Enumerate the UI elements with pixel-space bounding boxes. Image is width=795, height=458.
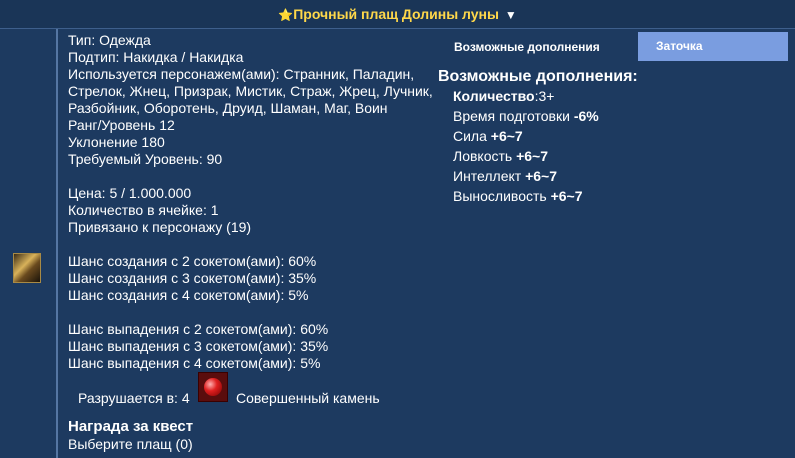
quest-reward-subtitle: Выберите плащ (0)	[68, 436, 193, 452]
item-rank: Ранг/Уровень 12	[68, 117, 175, 133]
chevron-down-icon[interactable]: ▼	[505, 8, 517, 22]
item-required-level: Требуемый Уровень: 90	[68, 151, 223, 167]
star-icon: ⭐	[278, 8, 294, 22]
item-subtype: Подтип: Накидка / Накидка	[68, 49, 244, 65]
item-price: Цена: 5 / 1.000.000	[68, 185, 192, 201]
item-evasion: Уклонение 180	[68, 134, 165, 150]
item-type: Тип: Одежда	[68, 32, 151, 48]
upgrades-list: Количество:3+ Время подготовки -6% Сила …	[453, 86, 599, 206]
upgrade-agility-value: +6~7	[516, 148, 549, 164]
cloak-item-icon[interactable]	[13, 253, 41, 283]
upgrade-intellect-label: Интеллект	[453, 168, 526, 184]
item-title-bar[interactable]: ⭐Прочный плащ Долины луны ▼	[0, 0, 795, 29]
item-stack-size: Количество в ячейке: 1	[68, 202, 219, 218]
craft-chance-2: Шанс создания с 2 сокетом(ами): 60%	[68, 253, 317, 269]
drop-chance-3: Шанс выпадения с 3 сокетом(ами): 35%	[68, 338, 329, 354]
quest-reward-title: Награда за квест	[68, 418, 194, 435]
upgrade-prep-label: Время подготовки	[453, 108, 574, 124]
upgrade-prep-value: -6%	[573, 108, 599, 124]
tab-sharpen[interactable]: Заточка	[638, 32, 788, 61]
drop-chance-4: Шанс выпадения с 4 сокетом(ами): 5%	[68, 355, 321, 371]
upgrade-strength-value: +6~7	[490, 128, 523, 144]
item-title: Прочный плащ Долины луны	[293, 6, 499, 22]
red-gem-icon[interactable]	[198, 372, 228, 402]
craft-chance-3: Шанс создания с 3 сокетом(ами): 35%	[68, 270, 317, 286]
item-icon-column	[0, 29, 58, 458]
upgrade-intellect: Интеллект +6~7	[453, 166, 599, 186]
destroy-label: Разрушается в: 4	[78, 390, 190, 406]
item-used-by-line-2: Стрелок, Жнец, Призрак, Мистик, Страж, Ж…	[68, 83, 433, 99]
upgrade-agility: Ловкость +6~7	[453, 146, 599, 166]
upgrade-count-value: :3+	[534, 88, 555, 104]
item-used-by-line-1: Используется персонажем(ами): Странник, …	[68, 66, 415, 82]
upgrade-stamina-label: Выносливость	[453, 188, 551, 204]
upgrade-agility-label: Ловкость	[453, 148, 517, 164]
drop-chance-2: Шанс выпадения с 2 сокетом(ами): 60%	[68, 321, 329, 337]
craft-chance-4: Шанс создания с 4 сокетом(ами): 5%	[68, 287, 309, 303]
upgrades-title: Возможные дополнения:	[438, 68, 638, 85]
upgrade-stamina-value: +6~7	[550, 188, 583, 204]
quest-reward: Награда за квест Выберите плащ (0)	[68, 418, 193, 453]
upgrade-prep-time: Время подготовки -6%	[453, 106, 599, 126]
upgrade-strength-label: Сила	[453, 128, 491, 144]
tab-upgrades[interactable]: Возможные дополнения	[452, 33, 638, 61]
upgrade-strength: Сила +6~7	[453, 126, 599, 146]
upgrade-intellect-value: +6~7	[525, 168, 558, 184]
upgrade-count-label: Количество	[453, 88, 535, 104]
item-bound: Привязано к персонажу (19)	[68, 219, 252, 235]
upgrade-stamina: Выносливость +6~7	[453, 186, 599, 206]
upgrade-count: Количество:3+	[453, 86, 599, 106]
item-used-by-line-3: Разбойник, Оборотень, Друид, Шаман, Маг,…	[68, 100, 388, 116]
gem-name: Совершенный камень	[236, 390, 380, 406]
item-info: Тип: Одежда Подтип: Накидка / Накидка Ис…	[68, 32, 448, 372]
